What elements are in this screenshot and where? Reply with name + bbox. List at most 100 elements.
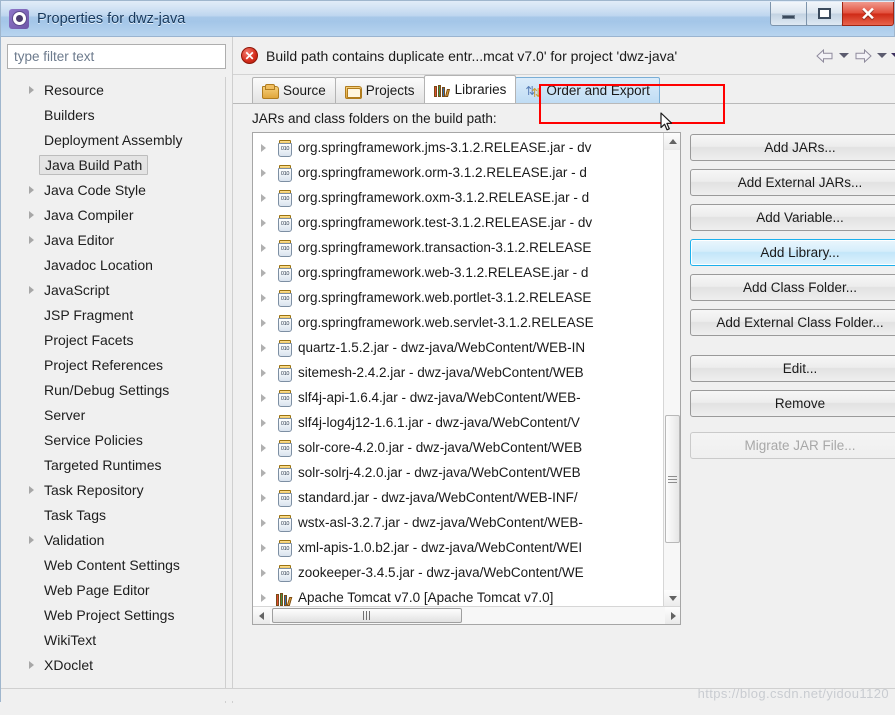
expand-triangle-icon[interactable] — [261, 493, 276, 502]
add-variable-button[interactable]: Add Variable... — [690, 204, 895, 231]
list-item[interactable]: Apache Tomcat v7.0 [Apache Tomcat v7.0] — [253, 585, 663, 607]
filter-input[interactable] — [7, 44, 226, 69]
sidebar-item-java-code-style[interactable]: Java Code Style — [7, 177, 225, 202]
sidebar-item-server[interactable]: Server — [7, 402, 225, 427]
tab-order-and-export[interactable]: ⇅ ⇅ Order and Export — [515, 77, 660, 103]
expand-triangle-icon[interactable] — [23, 535, 39, 544]
list-item[interactable]: org.springframework.transaction-3.1.2.RE… — [253, 235, 663, 260]
list-item[interactable]: xml-apis-1.0.b2.jar - dwz-java/WebConten… — [253, 535, 663, 560]
horizontal-scrollbar[interactable] — [253, 606, 680, 624]
sidebar-item-project-references[interactable]: Project References — [7, 352, 225, 377]
expand-triangle-icon[interactable] — [23, 660, 39, 669]
list-item[interactable]: org.springframework.web-3.1.2.RELEASE.ja… — [253, 260, 663, 285]
sidebar-item-java-build-path[interactable]: Java Build Path — [7, 152, 225, 177]
sidebar-item-resource[interactable]: Resource — [7, 77, 225, 102]
expand-triangle-icon[interactable] — [23, 210, 39, 219]
sidebar-item-targeted-runtimes[interactable]: Targeted Runtimes — [7, 452, 225, 477]
sidebar-item-web-project-settings[interactable]: Web Project Settings — [7, 602, 225, 627]
expand-triangle-icon[interactable] — [261, 293, 276, 302]
horizontal-scroll-thumb[interactable] — [272, 608, 462, 623]
tab-source[interactable]: Source — [252, 77, 336, 103]
sidebar-item-validation[interactable]: Validation — [7, 527, 225, 552]
sidebar-item-java-compiler[interactable]: Java Compiler — [7, 202, 225, 227]
expand-triangle-icon[interactable] — [23, 85, 39, 94]
expand-triangle-icon[interactable] — [23, 285, 39, 294]
add-external-class-folder-button[interactable]: Add External Class Folder... — [690, 309, 895, 336]
overflow-chevron-down-icon[interactable] — [890, 47, 895, 65]
expand-triangle-icon[interactable] — [23, 235, 39, 244]
sidebar-item-project-facets[interactable]: Project Facets — [7, 327, 225, 352]
sidebar-item-web-content-settings[interactable]: Web Content Settings — [7, 552, 225, 577]
add-library-button[interactable]: Add Library... — [690, 239, 895, 266]
list-item[interactable]: org.springframework.oxm-3.1.2.RELEASE.ja… — [253, 185, 663, 210]
expand-triangle-icon[interactable] — [261, 268, 276, 277]
list-item[interactable]: org.springframework.test-3.1.2.RELEASE.j… — [253, 210, 663, 235]
expand-triangle-icon[interactable] — [261, 418, 276, 427]
settings-tree[interactable]: Resource Builders Deployment Assembly Java … — [7, 77, 226, 703]
sidebar-item-javadoc-location[interactable]: Javadoc Location — [7, 252, 225, 277]
tab-projects[interactable]: Projects — [334, 77, 425, 103]
list-item[interactable]: slf4j-api-1.6.4.jar - dwz-java/WebConten… — [253, 385, 663, 410]
expand-triangle-icon[interactable] — [261, 143, 276, 152]
list-item[interactable]: solr-solrj-4.2.0.jar - dwz-java/WebConte… — [253, 460, 663, 485]
build-path-list-items[interactable]: org.springframework.jms-3.1.2.RELEASE.ja… — [253, 133, 663, 607]
sidebar-item-run-debug-settings[interactable]: Run/Debug Settings — [7, 377, 225, 402]
sidebar-item-task-repository[interactable]: Task Repository — [7, 477, 225, 502]
list-item[interactable]: org.springframework.jms-3.1.2.RELEASE.ja… — [253, 135, 663, 160]
vertical-scroll-thumb[interactable] — [665, 415, 680, 543]
list-item[interactable]: org.springframework.web.portlet-3.1.2.RE… — [253, 285, 663, 310]
scroll-up-icon[interactable] — [664, 133, 680, 150]
sidebar-item-javascript[interactable]: JavaScript — [7, 277, 225, 302]
list-item[interactable]: org.springframework.web.servlet-3.1.2.RE… — [253, 310, 663, 335]
expand-triangle-icon[interactable] — [23, 185, 39, 194]
scroll-right-icon[interactable] — [665, 607, 680, 624]
expand-triangle-icon[interactable] — [261, 318, 276, 327]
dialog-titlebar[interactable]: Properties for dwz-java ✕ — [1, 1, 894, 37]
expand-triangle-icon[interactable] — [261, 468, 276, 477]
expand-triangle-icon[interactable] — [261, 593, 276, 602]
forward-dropdown-chevron-down-icon[interactable] — [876, 47, 888, 65]
sidebar-item-web-page-editor[interactable]: Web Page Editor — [7, 577, 225, 602]
expand-triangle-icon[interactable] — [23, 485, 39, 494]
add-jars-button[interactable]: Add JARs... — [690, 134, 895, 161]
sidebar-item-builders[interactable]: Builders — [7, 102, 225, 127]
expand-triangle-icon[interactable] — [261, 168, 276, 177]
scroll-down-icon[interactable] — [664, 590, 680, 607]
expand-triangle-icon[interactable] — [261, 243, 276, 252]
sidebar-item-task-tags[interactable]: Task Tags — [7, 502, 225, 527]
expand-triangle-icon[interactable] — [261, 393, 276, 402]
sidebar-item-service-policies[interactable]: Service Policies — [7, 427, 225, 452]
expand-triangle-icon[interactable] — [261, 193, 276, 202]
vertical-scrollbar[interactable] — [663, 133, 680, 607]
sidebar-item-wikitext[interactable]: WikiText — [7, 627, 225, 652]
expand-triangle-icon[interactable] — [261, 543, 276, 552]
expand-triangle-icon[interactable] — [261, 518, 276, 527]
expand-triangle-icon[interactable] — [261, 218, 276, 227]
sidebar-item-xdoclet[interactable]: XDoclet — [7, 652, 225, 677]
list-item[interactable]: sitemesh-2.4.2.jar - dwz-java/WebContent… — [253, 360, 663, 385]
expand-triangle-icon[interactable] — [261, 368, 276, 377]
list-item[interactable]: solr-core-4.2.0.jar - dwz-java/WebConten… — [253, 435, 663, 460]
expand-triangle-icon[interactable] — [261, 443, 276, 452]
build-path-list[interactable]: org.springframework.jms-3.1.2.RELEASE.ja… — [252, 132, 681, 625]
maximize-button[interactable] — [806, 2, 843, 26]
add-external-jars-button[interactable]: Add External JARs... — [690, 169, 895, 196]
list-item[interactable]: slf4j-log4j12-1.6.1.jar - dwz-java/WebCo… — [253, 410, 663, 435]
back-dropdown-chevron-down-icon[interactable] — [838, 47, 850, 65]
add-class-folder-button[interactable]: Add Class Folder... — [690, 274, 895, 301]
scroll-left-icon[interactable] — [253, 607, 270, 624]
expand-triangle-icon[interactable] — [261, 568, 276, 577]
sidebar-item-deployment-assembly[interactable]: Deployment Assembly — [7, 127, 225, 152]
expand-triangle-icon[interactable] — [261, 343, 276, 352]
list-item[interactable]: zookeeper-3.4.5.jar - dwz-java/WebConten… — [253, 560, 663, 585]
edit-button[interactable]: Edit... — [690, 355, 895, 382]
close-button[interactable]: ✕ — [842, 2, 894, 26]
back-arrow-icon[interactable] — [814, 45, 836, 67]
list-item[interactable]: wstx-asl-3.2.7.jar - dwz-java/WebContent… — [253, 510, 663, 535]
minimize-button[interactable] — [770, 2, 807, 26]
list-item[interactable]: standard.jar - dwz-java/WebContent/WEB-I… — [253, 485, 663, 510]
list-item[interactable]: org.springframework.orm-3.1.2.RELEASE.ja… — [253, 160, 663, 185]
sidebar-item-java-editor[interactable]: Java Editor — [7, 227, 225, 252]
forward-arrow-icon[interactable] — [852, 45, 874, 67]
list-item[interactable]: quartz-1.5.2.jar - dwz-java/WebContent/W… — [253, 335, 663, 360]
